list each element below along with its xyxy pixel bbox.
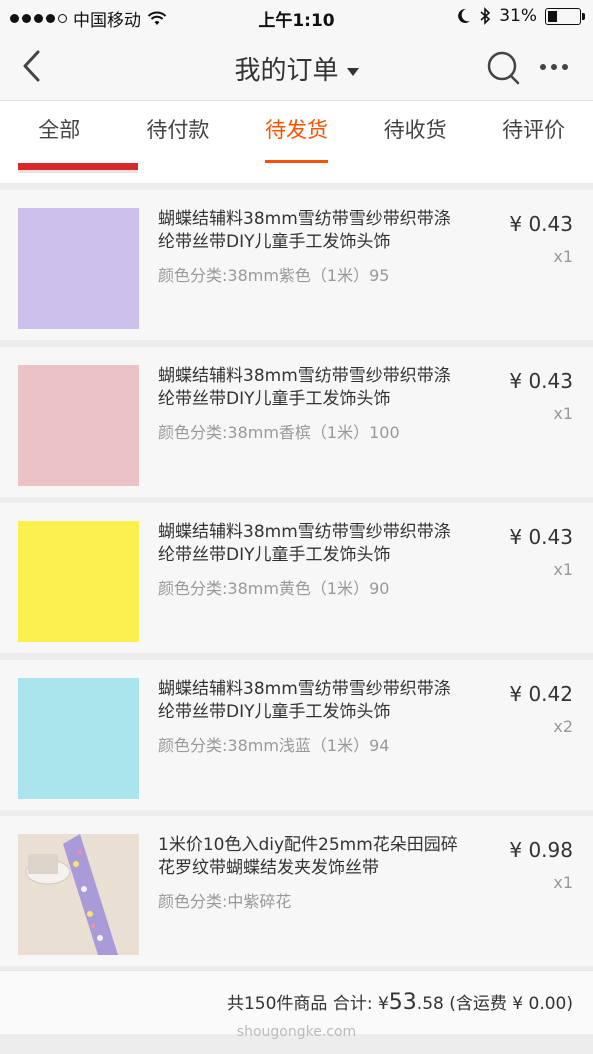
product-spec: 颜色分类:38mm浅蓝（1米）94 — [158, 735, 390, 755]
item-count: 共150件商品 — [226, 994, 328, 1014]
moon-icon — [458, 8, 471, 23]
page-title-text: 我的订单 — [234, 56, 339, 86]
battery-percent: 31% — [499, 6, 537, 26]
total-label: 合计: ¥ — [332, 994, 389, 1014]
product-name: 蝴蝶结辅料38mm雪纺带雪纱带织带涤纶带丝带DIY儿童手工发饰头饰 — [158, 678, 451, 722]
product-spec: 颜色分类:38mm香槟（1米）100 — [158, 422, 400, 442]
status-bar: 中国移动 上午1:10 31% — [0, 0, 593, 34]
order-tabs: 全部 待付款 待发货 待收货 待评价 — [0, 101, 593, 164]
product-name: 蝴蝶结辅料38mm雪纺带雪纱带织带涤纶带丝带DIY儿童手工发饰头饰 — [158, 209, 451, 252]
summary-text: 共150件商品 合计: ¥53.58 (含运费 ¥ 0.00) — [227, 989, 573, 1015]
order-item[interactable]: 蝴蝶结辅料38mm雪纺带雪纱带织带涤纶带丝带DIY儿童手工发饰头饰颜色分类:38… — [0, 503, 593, 653]
nav-bar: 我的订单 — [0, 34, 593, 101]
product-name: 蝴蝶结辅料38mm雪纺带雪纱带织带涤纶带丝带DIY儿童手工发饰头饰 — [158, 365, 451, 409]
battery-icon — [545, 7, 585, 25]
product-quantity: x1 — [553, 403, 573, 423]
product-price: ¥ 0.98 — [509, 838, 573, 862]
product-thumbnail[interactable] — [18, 208, 139, 329]
product-thumbnail[interactable] — [18, 677, 139, 799]
battery-fill — [548, 10, 557, 22]
product-name: 1米价10色入diy配件25mm花朵田园碎花罗纹带蝴蝶结发夹发饰丝带 — [158, 835, 458, 878]
product-spec: 颜色分类:中紫碎花 — [158, 892, 292, 911]
tab-2[interactable]: 待发货 — [237, 101, 356, 163]
product-price: ¥ 0.43 — [509, 368, 573, 393]
product-price: ¥ 0.42 — [509, 681, 573, 706]
tab-4[interactable]: 待评价 — [474, 101, 593, 163]
previous-item-partial — [0, 163, 593, 183]
order-item-list: 蝴蝶结辅料38mm雪纺带雪纱带织带涤纶带丝带DIY儿童手工发饰头饰颜色分类:38… — [0, 190, 593, 973]
bluetooth-icon — [480, 7, 491, 25]
product-spec: 颜色分类:38mm紫色（1米）95 — [158, 266, 390, 285]
tab-1[interactable]: 待付款 — [119, 101, 238, 163]
tab-0[interactable]: 全部 — [0, 101, 119, 163]
order-item[interactable]: 1米价10色入diy配件25mm花朵田园碎花罗纹带蝴蝶结发夹发饰丝带颜色分类:中… — [0, 816, 593, 966]
product-thumbnail[interactable] — [18, 364, 139, 486]
product-quantity: x2 — [553, 716, 573, 736]
caret-down-icon — [346, 67, 359, 76]
previous-item-thumbnail — [18, 163, 138, 173]
order-item[interactable]: 蝴蝶结辅料38mm雪纺带雪纱带织带涤纶带丝带DIY儿童手工发饰头饰颜色分类:38… — [0, 346, 593, 497]
product-price: ¥ 0.43 — [509, 212, 573, 236]
product-quantity: x1 — [553, 560, 573, 579]
total-decimal: .58 — [416, 994, 444, 1014]
status-right: 31% — [457, 6, 585, 26]
tab-3[interactable]: 待收货 — [356, 101, 475, 163]
product-spec: 颜色分类:38mm黄色（1米）90 — [158, 579, 390, 598]
watermark: shougongke.com — [236, 1024, 357, 1040]
product-quantity: x1 — [553, 247, 573, 266]
product-quantity: x1 — [553, 873, 573, 892]
product-name: 蝴蝶结辅料38mm雪纺带雪纱带织带涤纶带丝带DIY儿童手工发饰头饰 — [158, 522, 451, 565]
more-icon[interactable] — [540, 64, 568, 70]
order-item[interactable]: 蝴蝶结辅料38mm雪纺带雪纱带织带涤纶带丝带DIY儿童手工发饰头饰颜色分类:38… — [0, 190, 593, 340]
product-thumbnail[interactable] — [18, 834, 139, 955]
search-icon[interactable] — [485, 49, 523, 87]
shipping-fee: (含运费 ¥ 0.00) — [449, 994, 573, 1014]
order-item[interactable]: 蝴蝶结辅料38mm雪纺带雪纱带织带涤纶带丝带DIY儿童手工发饰头饰颜色分类:38… — [0, 659, 593, 810]
product-price: ¥ 0.43 — [509, 525, 573, 549]
total-integer: 53 — [388, 990, 417, 1015]
product-thumbnail[interactable] — [18, 521, 139, 642]
